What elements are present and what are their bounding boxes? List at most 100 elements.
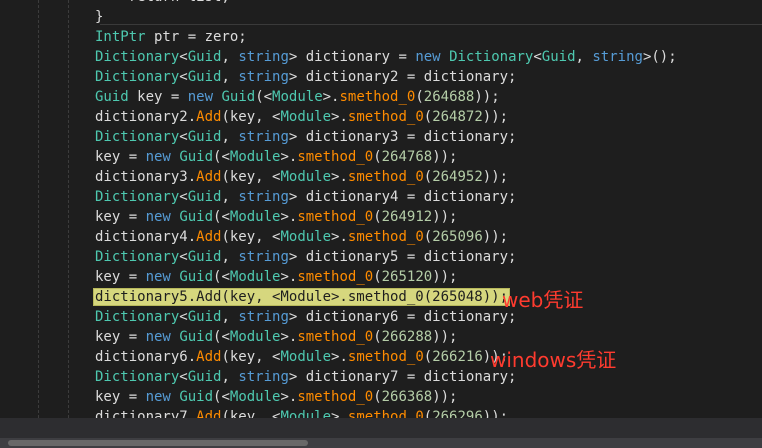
code-token: >. bbox=[280, 149, 298, 165]
code-line[interactable]: IntPtr ptr = zero; bbox=[95, 27, 677, 47]
code-token: >. bbox=[280, 269, 298, 285]
code-line[interactable]: Dictionary<Guid, string> dictionary3 = d… bbox=[95, 127, 677, 147]
code-token: ( bbox=[423, 229, 433, 245]
code-token: string bbox=[238, 309, 289, 325]
code-token: smethod_0 bbox=[297, 209, 374, 225]
code-token: )); bbox=[432, 209, 458, 225]
code-token: >. bbox=[331, 109, 348, 125]
code-token: Dictionary bbox=[95, 129, 180, 145]
code-token: Module bbox=[280, 109, 332, 125]
annotation-windows-credentials: windows凭证 bbox=[490, 348, 617, 372]
code-token: >. bbox=[280, 329, 298, 345]
code-token: smethod_0 bbox=[347, 229, 424, 245]
code-token: )); bbox=[482, 409, 509, 418]
code-line[interactable]: Dictionary<Guid, string> dictionary = ne… bbox=[95, 47, 677, 67]
code-token: )); bbox=[482, 109, 509, 125]
code-token: Guid bbox=[187, 49, 222, 65]
code-token: )); bbox=[432, 329, 458, 345]
code-line[interactable]: dictionary5.Add(key, <Module>.smethod_0(… bbox=[92, 287, 677, 307]
code-token: Module bbox=[229, 209, 281, 225]
code-token: < bbox=[533, 49, 542, 65]
code-line[interactable]: key = new Guid(<Module>.smethod_0(265120… bbox=[95, 267, 677, 287]
code-editor[interactable]: return list;} IntPtr ptr = zero; Dictionar… bbox=[0, 0, 762, 418]
code-line[interactable]: dictionary4.Add(key, <Module>.smethod_0(… bbox=[95, 227, 677, 247]
code-line[interactable]: Dictionary<Guid, string> dictionary5 = d… bbox=[95, 247, 677, 267]
code-line[interactable]: Dictionary<Guid, string> dictionary4 = d… bbox=[95, 187, 677, 207]
scrollbar-thumb[interactable] bbox=[8, 440, 308, 446]
code-token: < bbox=[179, 369, 188, 385]
code-token: 266296 bbox=[432, 409, 483, 418]
code-token: >. bbox=[322, 89, 340, 105]
code-token: (< bbox=[213, 209, 230, 225]
code-token: Dictionary bbox=[449, 49, 534, 65]
code-line[interactable]: Dictionary<Guid, string> dictionary6 = d… bbox=[95, 307, 677, 327]
code-token: Dictionary bbox=[95, 49, 180, 65]
indent-guide bbox=[38, 0, 39, 418]
code-token: > dictionary7 = dictionary; bbox=[288, 369, 517, 385]
code-line[interactable]: } bbox=[95, 7, 677, 27]
code-token: dictionary7. bbox=[95, 409, 197, 418]
code-token: string bbox=[238, 189, 289, 205]
code-line[interactable]: key = new Guid(<Module>.smethod_0(266368… bbox=[95, 387, 677, 407]
code-line[interactable]: dictionary3.Add(key, <Module>.smethod_0(… bbox=[95, 167, 677, 187]
code-line[interactable]: return list; bbox=[95, 0, 677, 7]
code-token: (key, < bbox=[221, 169, 281, 185]
code-token: new bbox=[145, 329, 171, 345]
code-token: )); bbox=[432, 389, 458, 405]
code-token: Guid bbox=[187, 69, 222, 85]
code-token: )); bbox=[482, 169, 509, 185]
code-token: , bbox=[221, 309, 239, 325]
code-token: key = bbox=[95, 389, 146, 405]
code-token: key = bbox=[95, 329, 146, 345]
code-token: (< bbox=[255, 89, 273, 105]
code-line[interactable]: dictionary7.Add(key, <Module>.smethod_0(… bbox=[95, 407, 677, 418]
code-token: IntPtr bbox=[95, 29, 146, 45]
code-token: 264872 bbox=[432, 109, 483, 125]
code-token: Module bbox=[280, 349, 332, 365]
code-token: } bbox=[95, 9, 104, 25]
indent-guide bbox=[68, 0, 69, 418]
code-token: (< bbox=[213, 269, 230, 285]
code-token: key = bbox=[95, 269, 146, 285]
code-token: Dictionary bbox=[95, 369, 180, 385]
code-line[interactable]: key = new Guid(<Module>.smethod_0(264768… bbox=[95, 147, 677, 167]
code-token: >. bbox=[331, 409, 348, 418]
code-token: return list; bbox=[95, 0, 230, 5]
code-token: string bbox=[238, 69, 289, 85]
code-token: smethod_0 bbox=[339, 89, 416, 105]
code-line[interactable]: dictionary2.Add(key, <Module>.smethod_0(… bbox=[95, 107, 677, 127]
code-token: Guid bbox=[187, 189, 222, 205]
code-token: smethod_0 bbox=[297, 149, 374, 165]
code-token: Guid bbox=[179, 149, 214, 165]
code-token: key = bbox=[95, 209, 146, 225]
code-token: smethod_0 bbox=[297, 329, 374, 345]
code-token: Guid bbox=[187, 309, 222, 325]
code-token: new bbox=[145, 269, 171, 285]
code-token: smethod_0 bbox=[347, 169, 424, 185]
code-token: Module bbox=[229, 149, 281, 165]
code-token: Guid bbox=[187, 249, 222, 265]
code-token: string bbox=[238, 129, 289, 145]
code-token: new bbox=[145, 209, 171, 225]
code-token: < bbox=[179, 69, 188, 85]
code-token: (key, < bbox=[221, 229, 281, 245]
code-token: (< bbox=[213, 389, 230, 405]
highlighted-code: dictionary5.Add(key, <Module>.smethod_0(… bbox=[92, 288, 511, 306]
code-token: Module bbox=[229, 329, 281, 345]
code-line[interactable]: Dictionary<Guid, string> dictionary2 = d… bbox=[95, 67, 677, 87]
code-line[interactable]: Guid key = new Guid(<Module>.smethod_0(2… bbox=[95, 87, 677, 107]
code-token: , bbox=[221, 249, 239, 265]
code-token: ( bbox=[415, 89, 424, 105]
code-token: Guid bbox=[179, 209, 214, 225]
code-token: ( bbox=[373, 389, 382, 405]
code-token: 264768 bbox=[381, 149, 433, 165]
code-token: ( bbox=[373, 149, 382, 165]
code-token: , bbox=[221, 69, 239, 85]
code-token: Add bbox=[196, 349, 222, 365]
code-token: ( bbox=[373, 269, 382, 285]
code-token: > dictionary = bbox=[288, 49, 416, 65]
code-line[interactable]: key = new Guid(<Module>.smethod_0(264912… bbox=[95, 207, 677, 227]
code-token: ptr = zero; bbox=[145, 29, 247, 45]
code-token: 265096 bbox=[432, 229, 483, 245]
code-token: Module bbox=[272, 89, 323, 105]
